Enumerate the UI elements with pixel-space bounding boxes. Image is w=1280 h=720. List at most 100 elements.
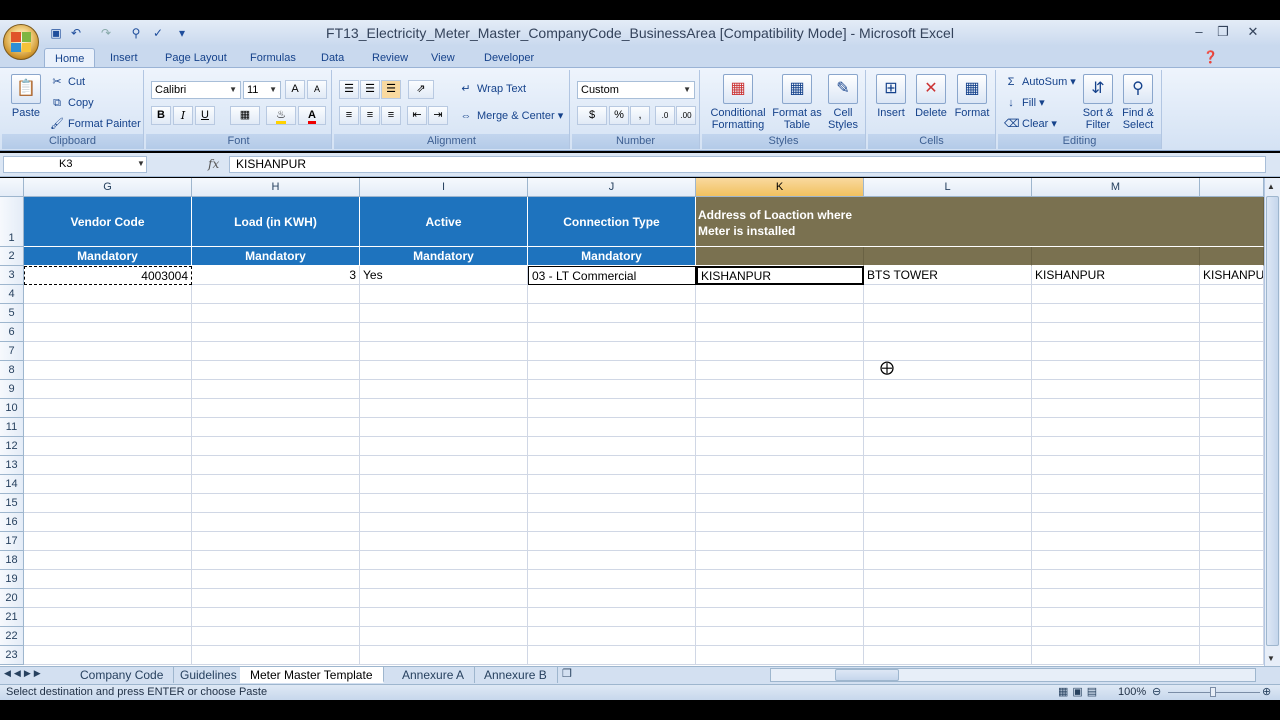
comma-button[interactable]: , bbox=[630, 106, 650, 125]
zoom-slider-thumb[interactable] bbox=[1210, 687, 1216, 697]
table-cell[interactable] bbox=[696, 513, 864, 532]
table-cell[interactable] bbox=[192, 608, 360, 627]
table-cell[interactable] bbox=[1032, 285, 1200, 304]
table-cell[interactable] bbox=[192, 342, 360, 361]
table-cell[interactable] bbox=[24, 570, 192, 589]
table-cell[interactable] bbox=[528, 589, 696, 608]
row-header[interactable]: 8 bbox=[0, 361, 24, 380]
row-header[interactable]: 18 bbox=[0, 551, 24, 570]
table-cell[interactable] bbox=[864, 456, 1032, 475]
table-cell[interactable] bbox=[24, 646, 192, 665]
table-cell[interactable] bbox=[192, 285, 360, 304]
table-cell[interactable] bbox=[1200, 380, 1264, 399]
table-cell[interactable] bbox=[192, 361, 360, 380]
table-cell[interactable] bbox=[696, 437, 864, 456]
table-cell[interactable] bbox=[696, 475, 864, 494]
table-cell[interactable] bbox=[192, 494, 360, 513]
table-cell[interactable] bbox=[864, 646, 1032, 665]
table-cell[interactable] bbox=[360, 513, 528, 532]
table-cell[interactable] bbox=[1032, 570, 1200, 589]
find-select-button[interactable]: ⚲ Find & Select bbox=[1118, 74, 1158, 131]
table-cell[interactable] bbox=[360, 475, 528, 494]
table-cell[interactable] bbox=[696, 551, 864, 570]
cell-k2[interactable] bbox=[696, 247, 864, 266]
zoom-out-icon[interactable]: ⊖ bbox=[1152, 685, 1161, 698]
table-cell[interactable] bbox=[528, 570, 696, 589]
merge-center-button[interactable]: ⇔ Merge & Center ▾ bbox=[459, 109, 564, 123]
table-cell[interactable] bbox=[1032, 399, 1200, 418]
table-cell[interactable] bbox=[24, 456, 192, 475]
sheet-tab-annexure-a[interactable]: Annexure A bbox=[392, 667, 476, 683]
copy-button[interactable]: ⧉ Copy bbox=[50, 96, 94, 110]
table-cell[interactable] bbox=[1032, 361, 1200, 380]
table-cell[interactable] bbox=[24, 380, 192, 399]
table-cell[interactable] bbox=[1032, 323, 1200, 342]
table-cell[interactable] bbox=[192, 323, 360, 342]
table-cell[interactable] bbox=[864, 532, 1032, 551]
table-cell[interactable] bbox=[528, 532, 696, 551]
table-cell[interactable] bbox=[192, 513, 360, 532]
scroll-thumb[interactable] bbox=[1266, 196, 1279, 646]
cell-h2[interactable]: Mandatory bbox=[192, 247, 360, 266]
table-cell[interactable] bbox=[1032, 342, 1200, 361]
tab-home[interactable]: Home bbox=[44, 48, 96, 68]
row-header[interactable]: 17 bbox=[0, 532, 24, 551]
table-cell[interactable] bbox=[192, 570, 360, 589]
table-cell[interactable] bbox=[528, 494, 696, 513]
underline-button[interactable]: U bbox=[195, 106, 215, 125]
table-cell[interactable] bbox=[1032, 304, 1200, 323]
table-cell[interactable] bbox=[864, 494, 1032, 513]
table-cell[interactable] bbox=[360, 418, 528, 437]
table-cell[interactable] bbox=[864, 475, 1032, 494]
align-left-button[interactable]: ≡ bbox=[339, 106, 359, 125]
table-cell[interactable] bbox=[1200, 532, 1264, 551]
column-header-i[interactable]: I bbox=[360, 178, 528, 197]
table-cell[interactable] bbox=[360, 570, 528, 589]
increase-indent-button[interactable]: ⇥ bbox=[428, 106, 448, 125]
table-cell[interactable] bbox=[1032, 380, 1200, 399]
table-cell[interactable] bbox=[696, 380, 864, 399]
table-cell[interactable] bbox=[696, 285, 864, 304]
table-cell[interactable] bbox=[24, 627, 192, 646]
sheet-tab-guidelines[interactable]: Guidelines bbox=[170, 667, 248, 683]
table-cell[interactable] bbox=[192, 646, 360, 665]
table-cell[interactable] bbox=[24, 475, 192, 494]
table-cell[interactable] bbox=[864, 380, 1032, 399]
tab-review[interactable]: Review bbox=[362, 48, 418, 68]
table-cell[interactable] bbox=[1200, 361, 1264, 380]
table-cell[interactable] bbox=[696, 608, 864, 627]
cell-l3[interactable]: BTS TOWER bbox=[864, 266, 1032, 285]
zoom-slider[interactable] bbox=[1168, 687, 1260, 697]
table-cell[interactable] bbox=[864, 361, 1032, 380]
table-cell[interactable] bbox=[1032, 418, 1200, 437]
table-cell[interactable] bbox=[192, 304, 360, 323]
table-cell[interactable] bbox=[360, 456, 528, 475]
borders-button[interactable]: ▦ bbox=[230, 106, 260, 125]
sheet-tab-meter-master-template[interactable]: Meter Master Template bbox=[240, 667, 384, 683]
table-cell[interactable] bbox=[696, 589, 864, 608]
table-cell[interactable] bbox=[864, 627, 1032, 646]
office-button[interactable] bbox=[3, 24, 39, 60]
tab-formulas[interactable]: Formulas bbox=[240, 48, 306, 68]
table-cell[interactable] bbox=[1200, 323, 1264, 342]
scroll-down-icon[interactable]: ▼ bbox=[1267, 654, 1275, 663]
table-cell[interactable] bbox=[528, 475, 696, 494]
table-cell[interactable] bbox=[1200, 646, 1264, 665]
table-cell[interactable] bbox=[1200, 399, 1264, 418]
tab-data[interactable]: Data bbox=[311, 48, 354, 68]
table-cell[interactable] bbox=[192, 627, 360, 646]
horizontal-scrollbar[interactable] bbox=[770, 668, 1256, 682]
row-header[interactable]: 14 bbox=[0, 475, 24, 494]
table-cell[interactable] bbox=[864, 342, 1032, 361]
table-cell[interactable] bbox=[864, 437, 1032, 456]
table-cell[interactable] bbox=[528, 646, 696, 665]
column-header-h[interactable]: H bbox=[192, 178, 360, 197]
table-cell[interactable] bbox=[1200, 437, 1264, 456]
table-cell[interactable] bbox=[696, 456, 864, 475]
tab-developer[interactable]: Developer bbox=[474, 48, 544, 68]
column-header-j[interactable]: J bbox=[528, 178, 696, 197]
table-cell[interactable] bbox=[360, 342, 528, 361]
table-cell[interactable] bbox=[24, 323, 192, 342]
table-cell[interactable] bbox=[360, 399, 528, 418]
sheet-tab-company-code[interactable]: Company Code bbox=[70, 667, 175, 683]
